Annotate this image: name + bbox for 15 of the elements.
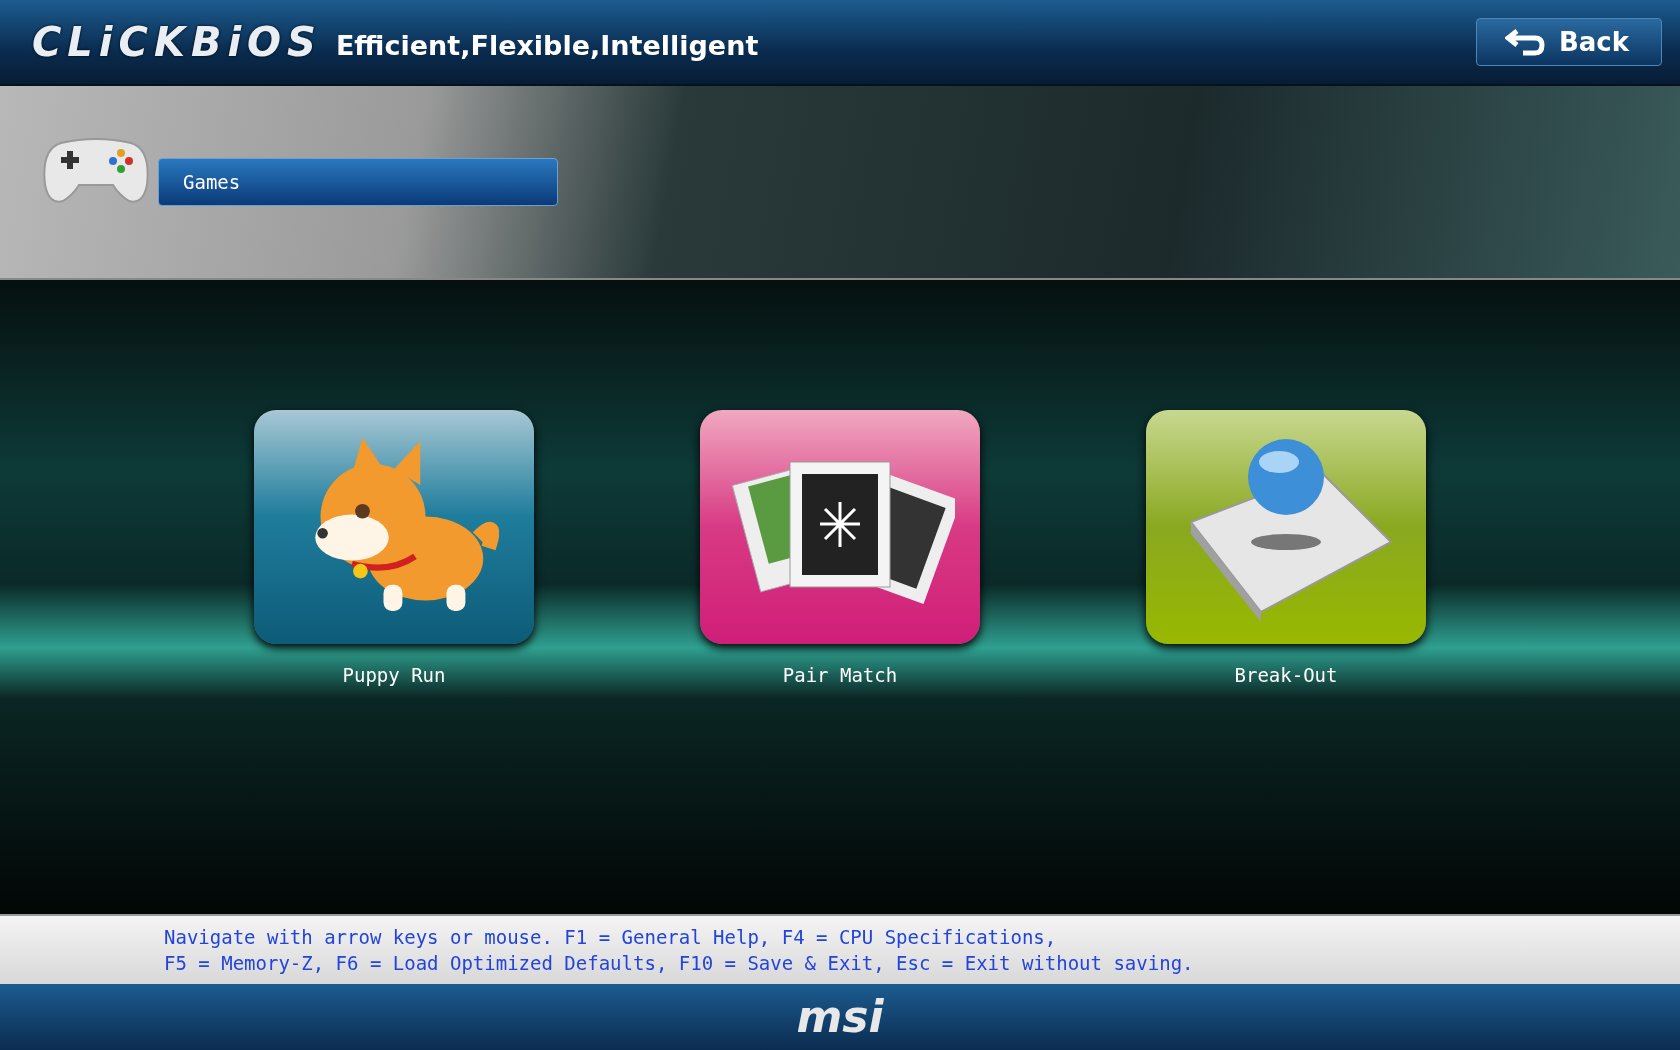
bios-logo: CLiCKBiOS	[32, 19, 322, 65]
brand-logo: msi	[796, 995, 884, 1039]
tagline: Efficient,Flexible,Intelligent	[335, 29, 759, 61]
game-label: Break-Out	[1234, 664, 1338, 686]
game-label: Puppy Run	[342, 664, 446, 686]
category-bar[interactable]: Games	[158, 158, 558, 206]
return-arrow-icon	[1504, 27, 1545, 57]
game-tile[interactable]	[700, 410, 980, 644]
game-tile[interactable]	[1146, 410, 1426, 644]
help-text: F5 = Memory-Z, F6 = Load Optimized Defaults, F10 = Save & Exit, Esc = Exit without saving.	[164, 951, 1195, 976]
gamepad-icon	[40, 135, 152, 205]
game-tile[interactable]	[254, 410, 534, 644]
game-label: Pair Match	[782, 664, 898, 686]
back-button[interactable]: Back	[1475, 18, 1662, 66]
help-text: Navigate with arrow keys or mouse. F1 = General Help, F4 = CPU Specifications,	[164, 925, 1058, 950]
